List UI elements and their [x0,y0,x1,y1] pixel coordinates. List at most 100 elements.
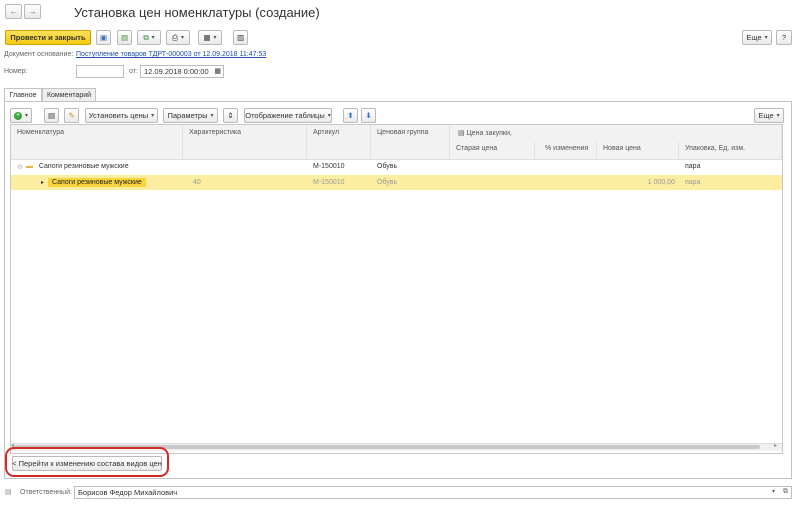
pct-change-cell [535,159,597,174]
arrow-up-icon: ⬆ [347,110,354,120]
post-button[interactable]: ▤ [117,30,132,45]
arrow-down-icon: ⬇ [365,110,372,120]
characteristic-cell [183,159,307,174]
package-cell: пара [685,163,701,170]
article-cell: М-150010 [313,179,345,186]
scroll-right-icon[interactable]: ▸ [774,442,777,449]
post-and-close-button[interactable]: Провести и закрыть [5,30,91,45]
col-pct-change[interactable]: % изменения [535,142,597,159]
col-purchase-price-label: Цена закупки, [466,130,512,137]
print-button[interactable]: ⎙ ▾ [166,30,190,45]
highlight-ring [5,447,169,477]
window-more-button[interactable]: Еще ▾ [742,30,772,45]
reports-button[interactable]: ▦ ▾ [198,30,222,45]
responsible-field[interactable]: Борисов Федор Михайлович ▾ ⧉ [74,486,792,499]
move-down-button[interactable]: ⬇ [361,108,376,123]
tab-comment[interactable]: Комментарий [42,88,96,101]
responsible-label: Ответственный: [20,489,72,496]
price-group-cell: Обувь [377,179,398,186]
chevron-down-icon: ▾ [151,35,155,41]
set-prices-label: Установить цены [88,111,149,120]
responsible-icon: ▤ [5,489,12,496]
chevron-down-icon: ▾ [776,113,780,119]
tab-comment-label: Комментарий [46,91,92,99]
item-name: Сапоги резиновые мужские [48,178,146,187]
col-characteristic[interactable]: Характеристика [183,125,307,159]
tab-main-label: Главное [9,91,37,99]
col-article[interactable]: Артикул [307,125,371,159]
chevron-down-icon[interactable]: ▾ [772,488,775,495]
movements-button[interactable]: ▥ [233,30,248,45]
table-row-selected[interactable]: ▸ Сапоги резиновые мужские 40 М-150010 О… [11,175,782,190]
table-display-label: Отображение таблицы [245,111,325,120]
package-cell: пара [685,179,701,186]
save-icon: ▣ [99,32,108,42]
number-field[interactable] [76,65,124,78]
open-icon[interactable]: ⧉ [783,488,788,496]
new-price-cell: 1 000,00 [647,179,675,186]
collapse-icon[interactable]: ⊖ [17,163,23,171]
add-icon: + [13,111,22,120]
new-price-cell [597,159,679,174]
chevron-down-icon: ▾ [24,113,28,119]
item-cell: ⊖ ▬ Сапоги резиновые мужские [11,159,183,174]
forward-button[interactable]: → [24,4,41,19]
chevron-down-icon: ▾ [327,113,331,119]
pct-change-cell [535,175,597,190]
characteristic-cell: 40 [193,179,201,186]
item-cell: ▸ Сапоги резиновые мужские [11,175,183,190]
col-old-price[interactable]: Старая цена [450,142,535,159]
parameters-label: Параметры [167,111,208,120]
save-button[interactable]: ▣ [96,30,111,45]
pencil-icon: ✎ [68,110,75,120]
report-icon: ▦ [203,32,211,42]
printer-icon: ⎙ [171,32,178,42]
chevron-down-icon: ▾ [210,113,214,119]
date-field[interactable]: 12.09.2018 0:00:00 ▦ [140,65,224,78]
base-document-label: Документ основание: [4,51,74,58]
add-row-button[interactable]: + ▾ [10,108,32,123]
col-item[interactable]: Номенклатура [11,125,183,159]
folder-icon: ▬ [25,163,33,170]
table-more-button[interactable]: Еще ▾ [754,108,784,123]
prices-table: Номенклатура Характеристика Артикул Цено… [10,124,783,454]
chevron-down-icon: ▾ [764,35,768,41]
move-up-button[interactable]: ⬆ [343,108,358,123]
help-button[interactable]: ? [776,30,792,45]
price-group-cell: Обувь [377,163,398,170]
item-name: Сапоги резиновые мужские [38,163,129,170]
create-based-on-button[interactable]: ⧉ ▾ [137,30,161,45]
old-price-cell [450,175,535,190]
table-display-button[interactable]: Отображение таблицы ▾ [244,108,332,123]
pick-button[interactable]: ▤ [44,108,59,123]
window-title: Установка цен номенклатуры (создание) [74,5,320,20]
post-and-close-label: Провести и закрыть [10,33,86,42]
more-label: Еще [746,33,762,42]
parameters-button[interactable]: Параметры ▾ [163,108,218,123]
col-package[interactable]: Упаковка, Ед. изм. [679,142,782,159]
edit-button[interactable]: ✎ [64,108,79,123]
calendar-icon[interactable]: ▦ [214,67,221,75]
tab-main[interactable]: Главное [4,88,42,101]
old-price-cell [450,159,535,174]
article-cell: М-150010 [313,163,345,170]
number-label: Номер: [4,68,28,75]
set-prices-button[interactable]: Установить цены ▾ [85,108,158,123]
document-icon: ▥ [236,32,245,42]
date-label: от: [129,68,138,75]
table-row[interactable]: ⊖ ▬ Сапоги резиновые мужские М-150010 Об… [11,159,782,174]
column-settings-button[interactable]: ⇕ [223,108,238,123]
col-price-group[interactable]: Ценовая группа [371,125,450,159]
arrow-left-icon: ← [9,6,18,16]
base-document-link[interactable]: Поступление товаров ТДРТ-000003 от 12.09… [76,51,266,58]
responsible-value: Борисов Федор Михайлович [78,488,178,497]
pick-list-icon: ▤ [47,110,56,120]
post-document-icon: ▤ [120,32,129,42]
back-button[interactable]: ← [5,4,22,19]
price-type-icon: ▤ [458,130,465,137]
col-purchase-price[interactable]: ▤ Цена закупки, [450,125,782,142]
date-value: 12.09.2018 0:00:00 [144,67,209,76]
col-new-price[interactable]: Новая цена [597,142,679,159]
table-more-label: Еще [758,111,774,120]
chevron-down-icon: ▾ [151,113,155,119]
